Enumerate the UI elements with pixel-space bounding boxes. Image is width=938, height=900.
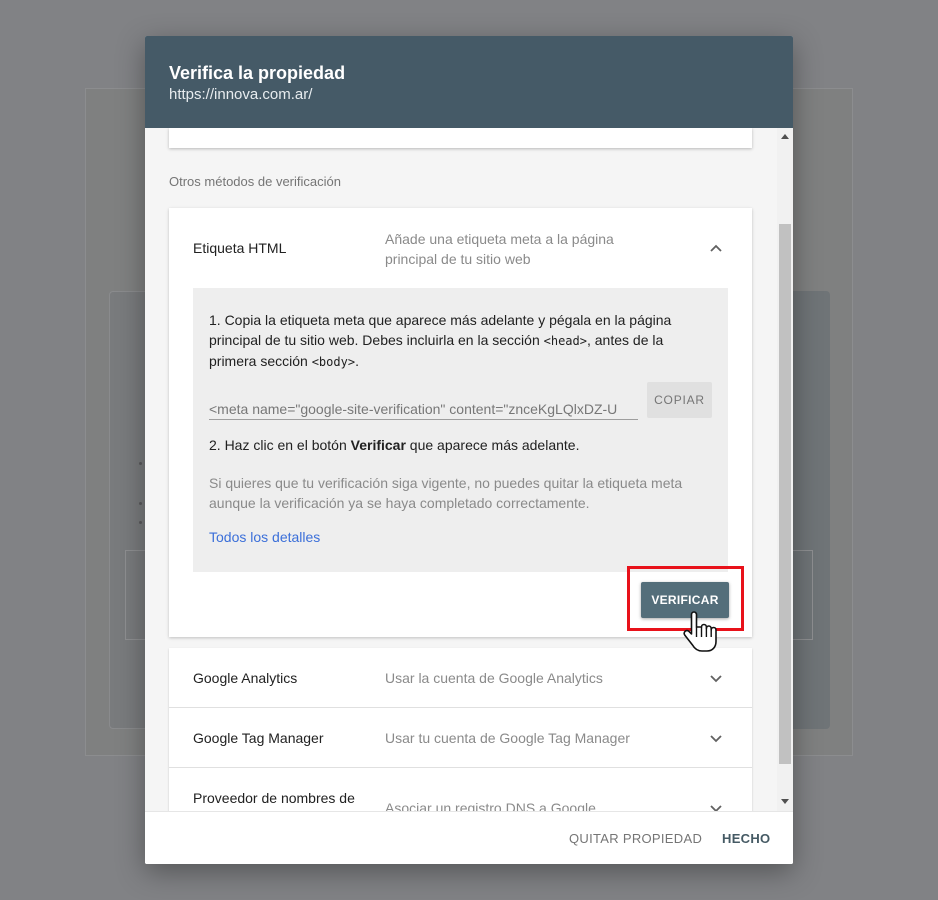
divider <box>169 767 752 768</box>
scroll-up-arrow-icon[interactable] <box>781 134 789 139</box>
method-description-google-analytics: Usar la cuenta de Google Analytics <box>385 670 603 686</box>
step-2-text: 2. Haz clic en el botón Verificar que ap… <box>209 437 580 453</box>
method-title-google-tag-manager[interactable]: Google Tag Manager <box>193 728 373 748</box>
dialog-body: Otros métodos de verificación Etiqueta H… <box>145 128 793 811</box>
chevron-down-icon[interactable] <box>709 671 723 685</box>
remove-property-button[interactable]: QUITAR PROPIEDAD <box>569 812 702 864</box>
step-1-text: 1. Copia la etiqueta meta que aparece má… <box>209 312 672 369</box>
meta-tag-row: COPIAR <box>209 382 712 422</box>
meta-tag-field[interactable] <box>209 398 638 420</box>
divider <box>169 707 752 708</box>
dialog-title: Verifica la propiedad <box>169 63 346 83</box>
instructions-box: 1. Copia la etiqueta meta que aparece má… <box>193 288 728 572</box>
background-card-edge <box>790 291 830 729</box>
other-methods-list: Google Analytics Usar la cuenta de Googl… <box>169 648 752 811</box>
background-bullet <box>139 502 142 505</box>
scroll-down-arrow-icon[interactable] <box>781 799 789 804</box>
property-url: https://innova.com.ar/ <box>169 86 313 103</box>
code-body: <body> <box>311 355 356 369</box>
previous-method-card <box>169 128 752 148</box>
dialog-footer: QUITAR PROPIEDAD HECHO <box>145 811 793 864</box>
done-button[interactable]: HECHO <box>722 812 770 864</box>
scrollbar-thumb[interactable] <box>779 224 791 764</box>
method-description-dns-provider: Asociar un registro DNS a Google <box>385 800 596 811</box>
verify-property-dialog: Verifica la propiedad https://innova.com… <box>145 36 793 864</box>
other-methods-label: Otros métodos de verificación <box>169 174 341 189</box>
chevron-down-icon[interactable] <box>709 801 723 811</box>
hand-pointer-icon <box>682 610 722 654</box>
all-details-link[interactable]: Todos los detalles <box>209 529 320 545</box>
background-bullet <box>139 462 142 465</box>
chevron-down-icon[interactable] <box>709 731 723 745</box>
chevron-up-icon[interactable] <box>709 241 723 255</box>
method-description-html-tag: Añade una etiqueta meta a la página prin… <box>385 231 614 267</box>
method-description-google-tag-manager: Usar tu cuenta de Google Tag Manager <box>385 730 630 746</box>
scrollbar[interactable] <box>777 128 793 811</box>
dialog-header: Verifica la propiedad https://innova.com… <box>145 36 793 128</box>
code-head: <head> <box>543 334 587 348</box>
verification-note: Si quieres que tu verificación siga vige… <box>209 475 683 511</box>
copy-button[interactable]: COPIAR <box>647 382 712 418</box>
html-tag-method-card: Etiqueta HTML Añade una etiqueta meta a … <box>169 208 752 637</box>
background-bullet <box>139 521 142 524</box>
method-title-dns-provider[interactable]: Proveedor de nombres de <box>193 788 373 808</box>
method-title-html-tag[interactable]: Etiqueta HTML <box>193 240 286 256</box>
method-title-google-analytics[interactable]: Google Analytics <box>193 668 373 688</box>
